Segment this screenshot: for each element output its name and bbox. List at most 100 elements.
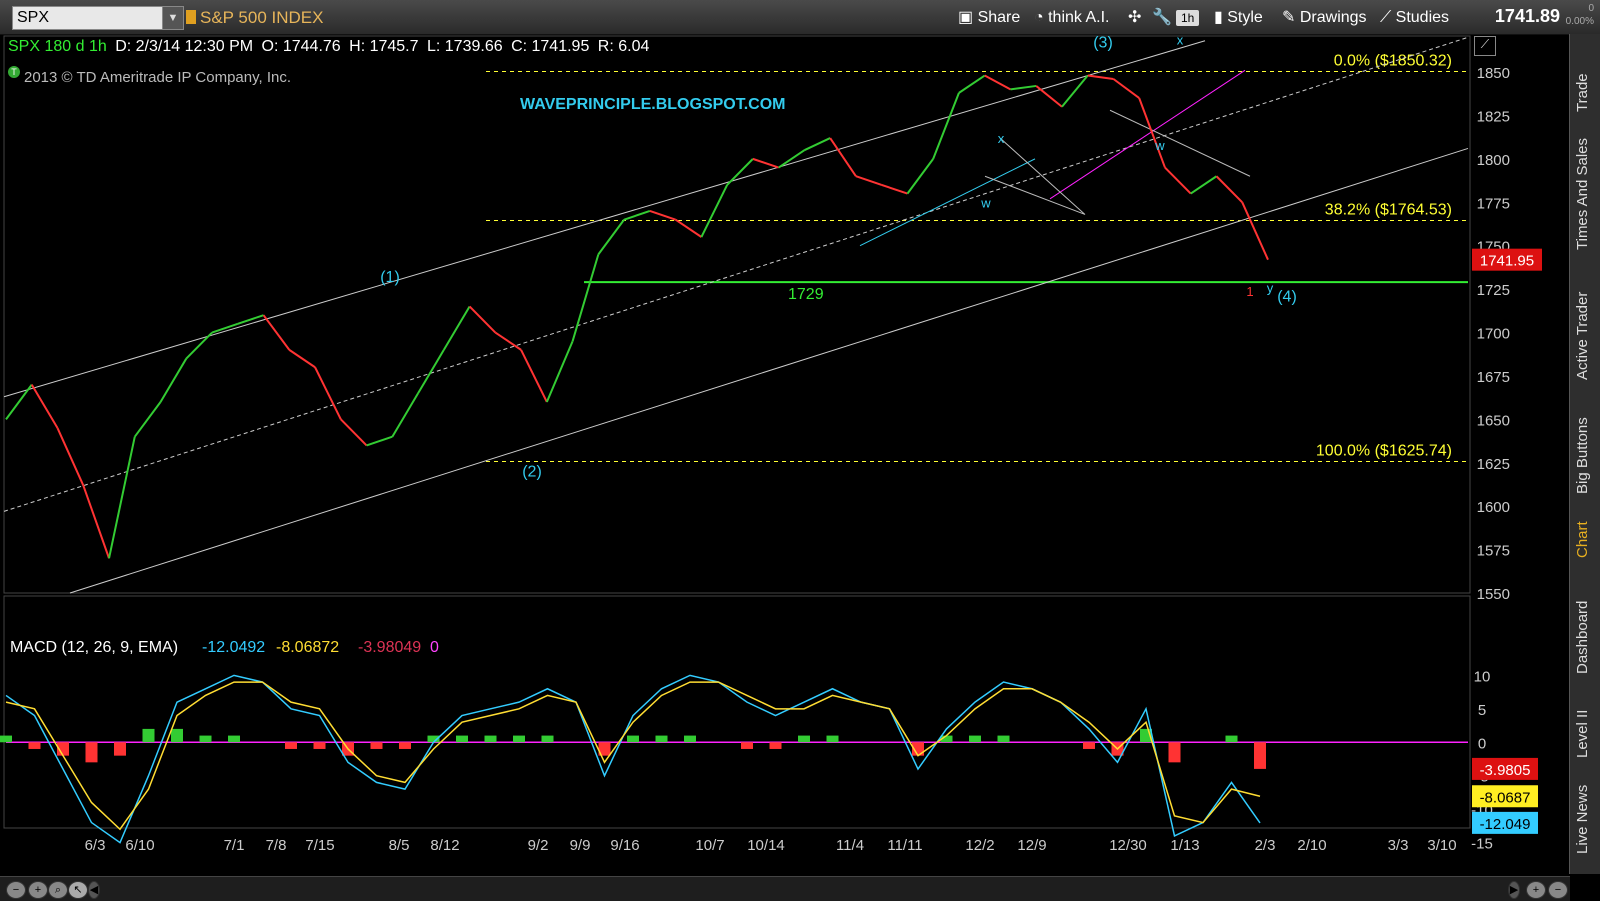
sidebar-tab-active-trader[interactable]: Active Trader: [1574, 270, 1591, 380]
macd-histogram-bar: [370, 742, 383, 749]
expand-zoom-icon[interactable]: +: [1526, 881, 1546, 899]
studies-button[interactable]: ⟋ Studies: [1380, 8, 1449, 28]
macd-y-tick-label: 10: [1474, 668, 1491, 685]
sidebar-tab-times-and-sales[interactable]: Times And Sales: [1574, 120, 1591, 250]
quote-high: H: 1745.7: [349, 38, 419, 55]
y-tick-label: 1600: [1477, 499, 1510, 516]
quote-date: D: 2/3/14 12:30 PM: [115, 38, 254, 55]
macd-histogram-bar: [313, 742, 326, 749]
macd-title: MACD (12, 26, 9, EMA): [10, 639, 178, 656]
macd-histogram-bar: [484, 735, 497, 743]
style-label: Style: [1227, 9, 1263, 26]
y-tick-label: 1625: [1477, 456, 1510, 473]
macd-histogram-bar: [28, 742, 41, 749]
y-tick-label: 1850: [1477, 65, 1510, 82]
wave-label: x: [998, 131, 1005, 146]
macd-histogram-bar: [826, 735, 839, 743]
macd-value-label: -12.049: [1480, 816, 1531, 833]
x-tick-label: 3/10: [1427, 837, 1456, 854]
symbol-name: S&P 500 INDEX: [200, 8, 324, 27]
sidebar-tab-chart[interactable]: Chart: [1574, 508, 1591, 558]
sidebar-tab-trade[interactable]: Trade: [1574, 42, 1591, 112]
style-button[interactable]: ▮ Style: [1214, 8, 1263, 28]
wave-label: 1: [1246, 284, 1253, 299]
x-tick-label: 2/3: [1255, 837, 1276, 854]
x-tick-label: 9/16: [610, 837, 639, 854]
fib-level-label: 0.0% ($1850.32): [1334, 52, 1452, 69]
pointer-icon[interactable]: ↖: [68, 881, 88, 899]
x-tick-label: 9/9: [570, 837, 591, 854]
macd-histogram-bar: [1083, 742, 1095, 749]
crosshair-icon[interactable]: ✣: [1128, 8, 1141, 28]
symbol-input[interactable]: SPX: [12, 6, 174, 30]
y-tick-label: 1650: [1477, 412, 1510, 429]
y-tick-label: 1550: [1477, 586, 1510, 603]
x-tick-label: 11/11: [887, 837, 922, 854]
scroll-left-icon[interactable]: ◀: [88, 881, 100, 899]
share-button[interactable]: ▣ Share: [958, 8, 1020, 28]
wave-label: (1): [380, 269, 400, 286]
think-ai-button[interactable]: ◔ think A.I.: [1034, 8, 1109, 28]
wave-label: (3): [1093, 35, 1113, 52]
studies-label: Studies: [1395, 9, 1450, 26]
macd-histogram-bar: [969, 735, 981, 743]
macd-histogram-bar: [142, 728, 155, 743]
y-tick-label: 1700: [1477, 326, 1510, 343]
symbol-dropdown-button[interactable]: ▼: [162, 6, 184, 30]
x-tick-label: 10/7: [695, 837, 724, 854]
wave-label: w: [980, 195, 991, 210]
fib-level-label: 100.0% ($1625.74): [1316, 442, 1452, 459]
macd-value-label: -8.0687: [1480, 789, 1531, 806]
x-tick-label: 11/4: [836, 837, 864, 854]
chart-area[interactable]: 1850182518001775175017251700167516501625…: [0, 34, 1570, 877]
macd-y-tick-label: -15: [1471, 836, 1493, 853]
sidebar-tab-level-ii[interactable]: Level II: [1574, 698, 1591, 758]
macd-histogram-bar: [285, 742, 297, 749]
symbol-info-icon[interactable]: [186, 10, 196, 24]
y-tick-label: 1775: [1477, 195, 1510, 212]
zoom-out-icon[interactable]: −: [6, 881, 26, 899]
sidebar-tab-big-buttons[interactable]: Big Buttons: [1574, 394, 1591, 494]
x-tick-label: 10/14: [747, 837, 785, 854]
wrench-icon[interactable]: 🔧: [1152, 8, 1172, 28]
quote-low: L: 1739.66: [426, 38, 503, 55]
macd-value-label: -3.9805: [1480, 762, 1531, 779]
sidebar-tab-live-news[interactable]: Live News: [1574, 774, 1591, 854]
zoom-in-icon[interactable]: +: [28, 881, 48, 899]
fib-level-label: 38.2% ($1764.53): [1325, 201, 1452, 218]
support-line-label: 1729: [788, 286, 824, 303]
scroll-right-icon[interactable]: ▶: [1508, 881, 1520, 899]
macd-histogram-bar: [228, 735, 240, 743]
y-tick-label: 1575: [1477, 543, 1510, 560]
magnifier-icon[interactable]: ⌕: [48, 881, 68, 899]
macd-histogram-bar: [456, 735, 468, 743]
interval-button[interactable]: 1h: [1176, 10, 1200, 26]
macd-legend-value: -12.0492: [202, 639, 265, 656]
x-tick-label: 8/5: [389, 837, 410, 854]
macd-histogram-bar: [171, 728, 183, 743]
toolbar: SPX ▼ S&P 500 INDEX ▣ Share ◔ think A.I.…: [0, 0, 1600, 35]
y-tick-label: 1675: [1477, 369, 1510, 386]
right-sidebar: Trade Times And Sales Active Trader Big …: [1569, 34, 1600, 874]
info-toggle-icon[interactable]: T: [8, 66, 20, 78]
collapse-zoom-icon[interactable]: −: [1548, 881, 1568, 899]
macd-histogram-bar: [627, 735, 639, 743]
macd-histogram-bar: [114, 742, 126, 756]
macd-histogram-bar: [798, 735, 810, 743]
macd-histogram-bar: [513, 735, 525, 743]
watermark-text: WAVEPRINCIPLE.BLOGSPOT.COM: [520, 96, 786, 113]
price-pane: [3, 35, 1471, 594]
chart-title: SPX 180 d 1h: [8, 38, 107, 55]
y-tick-label: 1800: [1477, 152, 1510, 169]
bottom-controls: − + ⌕ ↖ ◀ ▶ + −: [0, 876, 1570, 901]
macd-histogram-bar: [1225, 735, 1238, 743]
chart-settings-icon[interactable]: ⟋: [1474, 36, 1496, 56]
think-ai-label: think A.I.: [1048, 9, 1110, 26]
drawings-button[interactable]: ✎ Drawings: [1282, 8, 1367, 28]
x-tick-label: 7/1: [224, 837, 245, 854]
x-tick-label: 6/10: [125, 837, 154, 854]
x-tick-label: 12/30: [1109, 837, 1147, 854]
sidebar-tab-dashboard[interactable]: Dashboard: [1574, 584, 1591, 674]
macd-legend-value: -3.98049: [358, 639, 421, 656]
quote-info-bar: SPX 180 d 1h D: 2/3/14 12:30 PM O: 1744.…: [8, 38, 653, 60]
